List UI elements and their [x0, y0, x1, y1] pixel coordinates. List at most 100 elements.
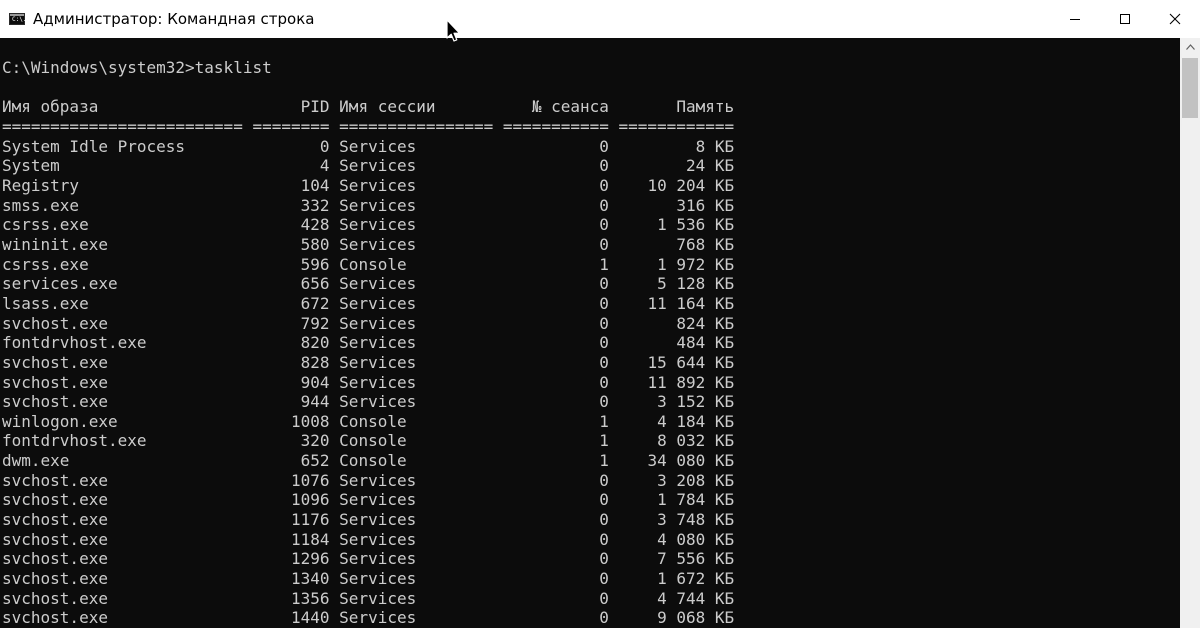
table-cell-2: Services [339, 156, 494, 176]
table-row: csrss.exe 596 Console 1 1 972 КБ [2, 255, 734, 274]
table-cell-1: 792 [252, 313, 330, 333]
table-cell-3: 0 [502, 529, 609, 549]
window-title: Администратор: Командная строка [33, 10, 315, 28]
minimize-button[interactable] [1050, 0, 1100, 38]
tasklist-table: Имя образа PID Имя сессии № сеанса Памят… [2, 97, 734, 627]
console-app-icon[interactable]: C:\. [9, 13, 27, 25]
table-cell-3: 0 [502, 549, 609, 569]
table-cell-2: Services [339, 274, 494, 294]
table-cell-4: 1 972 КБ [618, 254, 735, 274]
table-row: Registry 104 Services 0 10 204 КБ [2, 176, 734, 195]
table-cell-4: 316 КБ [618, 195, 735, 215]
table-cell-1: 1356 [252, 588, 330, 608]
command-prompt-window: C:\. Администратор: Командная строка C:\… [0, 0, 1200, 628]
table-row: lsass.exe 672 Services 0 11 164 КБ [2, 294, 734, 313]
table-cell-0: svchost.exe [2, 372, 243, 392]
table-cell-1: 1076 [252, 470, 330, 490]
console-app-icon-label: C:\. [12, 16, 27, 23]
table-cell-0: csrss.exe [2, 254, 243, 274]
table-cell-4: 1 784 КБ [618, 490, 735, 510]
table-cell-2: Services [339, 234, 494, 254]
table-cell-2: Services [339, 490, 494, 510]
table-cell-2: Services [339, 510, 494, 530]
table-cell-0: svchost.exe [2, 569, 243, 589]
column-header-3: № сеанса [502, 97, 609, 117]
maximize-button[interactable] [1100, 0, 1150, 38]
table-cell-0: System [2, 156, 243, 176]
minimize-icon [1070, 19, 1080, 20]
table-cell-1: 656 [252, 274, 330, 294]
table-cell-1: 828 [252, 352, 330, 372]
table-cell-0: svchost.exe [2, 470, 243, 490]
table-cell-3: 0 [502, 588, 609, 608]
table-cell-2: Services [339, 588, 494, 608]
table-cell-2: Services [339, 549, 494, 569]
console-output-area[interactable]: C:\Windows\system32>tasklist Имя образа … [0, 38, 1180, 628]
chevron-up-icon [1185, 44, 1195, 50]
table-cell-1: 944 [252, 392, 330, 412]
console-output: C:\Windows\system32>tasklist Имя образа … [2, 58, 734, 628]
table-cell-0: svchost.exe [2, 392, 243, 412]
table-cell-0: svchost.exe [2, 608, 243, 628]
table-row: svchost.exe 1440 Services 0 9 068 КБ [2, 608, 734, 627]
scroll-up-button[interactable] [1180, 38, 1200, 56]
table-row: fontdrvhost.exe 320 Console 1 8 032 КБ [2, 431, 734, 450]
table-cell-3: 0 [502, 372, 609, 392]
table-row: csrss.exe 428 Services 0 1 536 КБ [2, 215, 734, 234]
table-cell-2: Services [339, 608, 494, 628]
column-header-2: Имя сессии [339, 97, 494, 117]
close-button[interactable] [1150, 0, 1200, 38]
scrollbar-thumb[interactable] [1182, 58, 1198, 118]
table-header-row: Имя образа PID Имя сессии № сеанса Памят… [2, 97, 734, 116]
table-row: svchost.exe 828 Services 0 15 644 КБ [2, 353, 734, 372]
table-cell-1: 1096 [252, 490, 330, 510]
table-cell-1: 104 [252, 175, 330, 195]
table-cell-3: 0 [502, 156, 609, 176]
table-cell-0: winlogon.exe [2, 411, 243, 431]
table-cell-1: 904 [252, 372, 330, 392]
table-row: fontdrvhost.exe 820 Services 0 484 КБ [2, 333, 734, 352]
table-cell-1: 332 [252, 195, 330, 215]
table-cell-2: Console [339, 411, 494, 431]
table-cell-0: fontdrvhost.exe [2, 431, 243, 451]
table-cell-1: 1008 [252, 411, 330, 431]
table-cell-2: Services [339, 529, 494, 549]
column-header-0: Имя образа [2, 97, 243, 117]
table-cell-2: Services [339, 175, 494, 195]
table-cell-1: 428 [252, 215, 330, 235]
table-cell-0: System Idle Process [2, 136, 243, 156]
table-row: services.exe 656 Services 0 5 128 КБ [2, 274, 734, 293]
table-cell-2: Console [339, 431, 494, 451]
table-cell-4: 4 080 КБ [618, 529, 735, 549]
table-row: svchost.exe 1296 Services 0 7 556 КБ [2, 549, 734, 568]
table-cell-3: 0 [502, 392, 609, 412]
table-cell-2: Services [339, 293, 494, 313]
table-cell-4: 4 184 КБ [618, 411, 735, 431]
table-cell-1: 672 [252, 293, 330, 313]
table-row: wininit.exe 580 Services 0 768 КБ [2, 235, 734, 254]
title-bar[interactable]: C:\. Администратор: Командная строка [0, 0, 1200, 38]
table-cell-1: 4 [252, 156, 330, 176]
table-cell-1: 1176 [252, 510, 330, 530]
table-cell-0: smss.exe [2, 195, 243, 215]
table-row: System 4 Services 0 24 КБ [2, 156, 734, 175]
table-cell-4: 824 КБ [618, 313, 735, 333]
mouse-pointer-icon [446, 19, 460, 42]
table-cell-4: 9 068 КБ [618, 608, 735, 628]
table-cell-0: services.exe [2, 274, 243, 294]
table-cell-2: Services [339, 352, 494, 372]
table-row: svchost.exe 904 Services 0 11 892 КБ [2, 373, 734, 392]
table-cell-3: 0 [502, 175, 609, 195]
table-row: svchost.exe 944 Services 0 3 152 КБ [2, 392, 734, 411]
table-row: svchost.exe 792 Services 0 824 КБ [2, 314, 734, 333]
table-cell-4: 11 892 КБ [618, 372, 735, 392]
table-cell-2: Services [339, 569, 494, 589]
close-icon [1169, 13, 1181, 25]
vertical-scrollbar[interactable] [1180, 38, 1200, 628]
table-cell-3: 0 [502, 136, 609, 156]
column-header-1: PID [252, 97, 330, 117]
table-row: svchost.exe 1176 Services 0 3 748 КБ [2, 510, 734, 529]
table-cell-0: svchost.exe [2, 490, 243, 510]
table-cell-4: 15 644 КБ [618, 352, 735, 372]
table-cell-4: 3 208 КБ [618, 470, 735, 490]
